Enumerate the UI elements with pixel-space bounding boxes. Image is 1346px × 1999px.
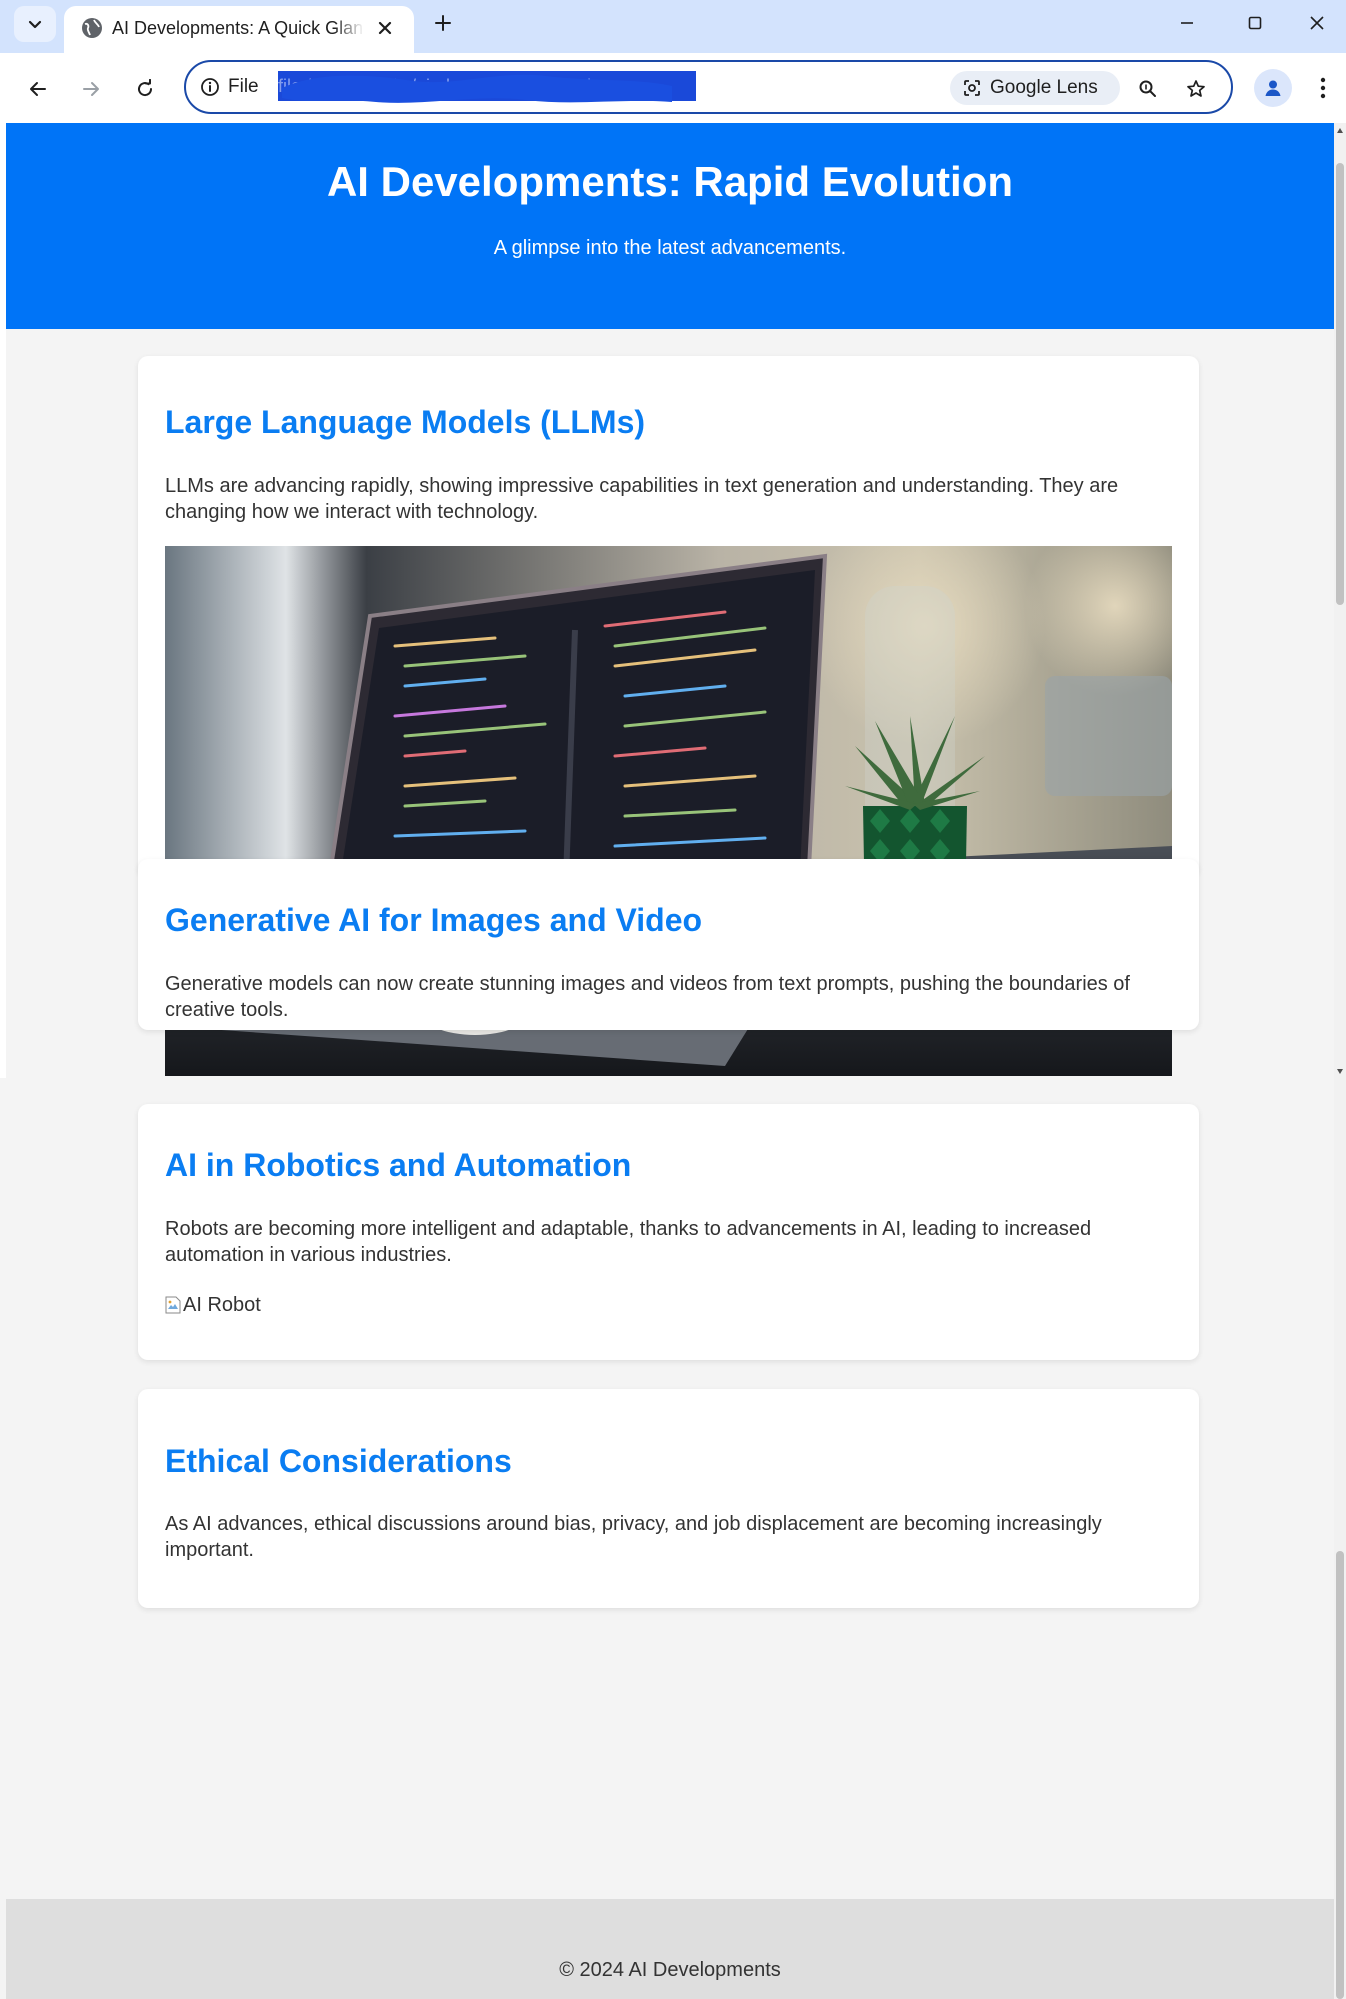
back-button[interactable] bbox=[18, 69, 58, 109]
section-card-robotics: AI in Robotics and Automation Robots are… bbox=[138, 1104, 1199, 1360]
arrow-right-icon bbox=[83, 82, 99, 96]
google-lens-icon bbox=[964, 80, 980, 96]
new-tab-button[interactable] bbox=[427, 7, 459, 39]
chevron-down-icon bbox=[28, 20, 42, 29]
tab-search-button[interactable] bbox=[14, 6, 56, 42]
scroll-up-arrow-icon[interactable] bbox=[1336, 127, 1344, 135]
info-icon bbox=[201, 78, 219, 96]
page-scrollbar[interactable] bbox=[1334, 123, 1346, 1999]
maximize-icon bbox=[1248, 16, 1262, 30]
star-icon bbox=[1187, 80, 1205, 97]
reload-button[interactable] bbox=[125, 69, 165, 109]
tab-close-button[interactable] bbox=[372, 15, 398, 41]
plus-icon bbox=[435, 15, 451, 31]
section-body: As AI advances, ethical discussions arou… bbox=[165, 1513, 1102, 1561]
arrow-left-icon bbox=[30, 82, 46, 96]
globe-icon bbox=[82, 18, 102, 38]
person-icon bbox=[1265, 80, 1281, 96]
section-heading: Large Language Models (LLMs) bbox=[165, 404, 646, 440]
footer-copyright: © 2024 AI Developments bbox=[559, 1959, 781, 1981]
section-heading: Generative AI for Images and Video bbox=[165, 902, 703, 938]
scrollbar-thumb[interactable] bbox=[1336, 1551, 1344, 1999]
page-footer: © 2024 AI Developments bbox=[6, 1899, 1334, 1999]
site-scheme-label: File bbox=[228, 76, 259, 97]
page-title: AI Developments: Rapid Evolution bbox=[326, 158, 1014, 205]
address-bar[interactable]: File file:///C:/Users/.../ai_development… bbox=[184, 60, 1233, 114]
bookmark-button[interactable] bbox=[1180, 73, 1212, 105]
browser-tab-strip: AI Developments: A Quick Glance bbox=[0, 0, 1346, 53]
section-body: LLMs are advancing rapidly, showing impr… bbox=[165, 475, 1119, 523]
magnifier-icon bbox=[1139, 80, 1156, 97]
robot-image-alt-text: AI Robot bbox=[183, 1294, 261, 1316]
section-card-ethics: Ethical Considerations As AI advances, e… bbox=[138, 1389, 1199, 1608]
broken-image-icon bbox=[165, 1296, 181, 1314]
zoom-button[interactable] bbox=[1132, 73, 1164, 105]
site-info-button[interactable]: File bbox=[200, 73, 259, 101]
redaction-scribble bbox=[282, 74, 672, 103]
tab-title: AI Developments: A Quick Glance bbox=[112, 18, 362, 38]
page-header: AI Developments: Rapid Evolution A glimp… bbox=[6, 123, 1334, 329]
minimize-button[interactable] bbox=[1152, 0, 1222, 46]
minimize-icon bbox=[1181, 22, 1193, 24]
browser-toolbar: File file:///C:/Users/.../ai_development… bbox=[0, 53, 1346, 123]
page-subtitle: A glimpse into the latest advancements. bbox=[493, 237, 847, 259]
google-lens-label: Google Lens bbox=[990, 77, 1098, 98]
tab-title-fade bbox=[334, 10, 364, 44]
section-heading: Ethical Considerations bbox=[165, 1443, 512, 1479]
close-icon bbox=[1310, 16, 1324, 30]
section-heading: AI in Robotics and Automation bbox=[165, 1147, 632, 1183]
close-window-button[interactable] bbox=[1288, 0, 1346, 46]
section-card-llms: Large Language Models (LLMs) LLMs are ad… bbox=[138, 356, 1199, 1076]
active-tab[interactable]: AI Developments: A Quick Glance bbox=[64, 6, 414, 53]
section-body: Generative models can now create stunnin… bbox=[165, 973, 1130, 1021]
robot-image-broken: AI Robot bbox=[165, 1292, 261, 1318]
scroll-down-arrow-icon[interactable] bbox=[1336, 1067, 1344, 1075]
close-icon bbox=[378, 21, 392, 35]
more-vertical-icon bbox=[1320, 77, 1326, 99]
scrollbar-thumb[interactable] bbox=[1336, 163, 1344, 605]
page-viewport[interactable]: AI Developments: Rapid Evolution A glimp… bbox=[0, 123, 1346, 1999]
browser-menu-button[interactable] bbox=[1308, 69, 1338, 107]
section-card-generative-ai: Generative AI for Images and Video Gener… bbox=[138, 859, 1199, 1030]
section-body: Robots are becoming more intelligent and… bbox=[165, 1218, 1092, 1266]
forward-button[interactable] bbox=[71, 69, 111, 109]
maximize-button[interactable] bbox=[1220, 0, 1290, 46]
google-lens-button[interactable]: Google Lens bbox=[950, 71, 1120, 105]
reload-icon bbox=[138, 79, 153, 97]
web-page: AI Developments: Rapid Evolution A glimp… bbox=[6, 123, 1334, 1999]
profile-button[interactable] bbox=[1254, 69, 1292, 107]
